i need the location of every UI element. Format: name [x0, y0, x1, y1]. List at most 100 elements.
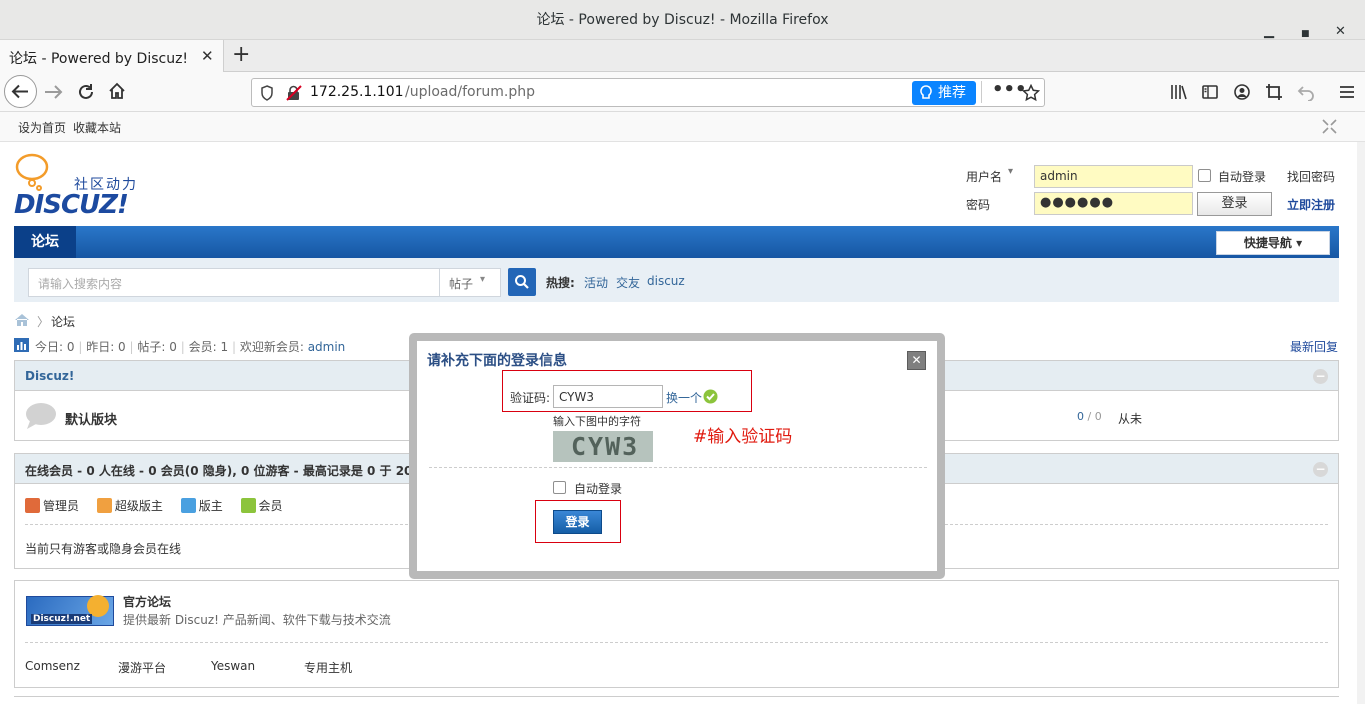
breadcrumb-current[interactable]: 论坛 [51, 313, 75, 330]
friend-links-panel: Discuz!.net 官方论坛 提供最新 Discuz! 产品新闻、软件下载与… [14, 580, 1339, 688]
back-button[interactable] [4, 75, 37, 108]
find-password-link[interactable]: 找回密码 [1287, 168, 1335, 185]
change-captcha-link[interactable]: 换一个 [666, 389, 702, 406]
captcha-image[interactable]: CYW3 [553, 431, 653, 462]
stat-yesterday: 昨日: 0 [86, 340, 126, 354]
hot-search-item[interactable]: 活动 [584, 274, 608, 291]
forum-board-icon [26, 403, 56, 429]
welcome-label: 欢迎新会员: [239, 340, 304, 354]
nav-item-forum[interactable]: 论坛 [14, 226, 76, 258]
home-icon[interactable] [107, 81, 127, 101]
home-icon[interactable] [14, 313, 30, 327]
sidebar-icon[interactable] [1201, 83, 1219, 101]
back-arrow-icon [11, 84, 28, 99]
divider [14, 696, 1339, 697]
reload-icon[interactable] [76, 82, 96, 102]
discuz-logo[interactable]: 社区动力 DISCUZ! [14, 152, 154, 220]
insecure-lock-icon[interactable] [285, 84, 303, 102]
captcha-hint: 输入下图中的字符 [553, 415, 641, 428]
window-title-bar: 论坛 - Powered by Discuz! - Mozilla Firefo… [0, 0, 1365, 40]
logo-bubble-icon [15, 153, 49, 191]
login-submit-button[interactable]: 登录 [553, 510, 602, 534]
hot-search-item[interactable]: 交友 [616, 274, 640, 291]
shield-icon[interactable] [260, 85, 274, 101]
caret-down-icon: ▾ [480, 274, 486, 285]
friend-link[interactable]: Comsenz [25, 659, 80, 673]
annotation-text: #输入验证码 [693, 427, 793, 447]
auto-login-label: 自动登录 [574, 482, 623, 496]
forward-arrow-icon[interactable] [42, 82, 64, 102]
browser-tab[interactable]: 论坛 - Powered by Discuz! ✕ [0, 40, 224, 73]
login-info-dialog: 请补充下面的登录信息 ✕ 验证码: CYW3 换一个 输入下图中的字符 CYW3… [417, 341, 937, 571]
welcome-user-link[interactable]: admin [308, 340, 346, 354]
board-counts: 0 / 0 [1077, 410, 1102, 423]
captcha-input[interactable]: CYW3 [553, 385, 663, 408]
official-forum-logo[interactable]: Discuz!.net [26, 595, 114, 626]
quick-nav-label: 快捷导航 [1243, 236, 1292, 250]
captcha-image-text: CYW3 [571, 432, 640, 461]
role-moderator: 版主 [180, 498, 223, 513]
board-name-link[interactable]: 默认版块 [65, 409, 117, 428]
friend-link[interactable]: 专用主机 [304, 659, 352, 676]
account-icon[interactable] [1233, 83, 1251, 101]
quick-nav-button[interactable]: 快捷导航 ▾ [1216, 231, 1330, 255]
search-type-select[interactable]: 帖子 ▾ [439, 268, 501, 297]
friend-link[interactable]: 漫游平台 [118, 659, 166, 676]
stat-today: 今日: 0 [35, 340, 75, 354]
lightbulb-icon [920, 85, 932, 99]
search-type-value: 帖子 [449, 277, 474, 291]
register-link[interactable]: 立即注册 [1287, 196, 1335, 213]
friend-link[interactable]: Yeswan [211, 659, 255, 673]
user-icon [25, 498, 40, 513]
library-icon[interactable] [1170, 83, 1188, 101]
window-title: 论坛 - Powered by Discuz! - Mozilla Firefo… [536, 12, 829, 28]
recommend-button[interactable]: 推荐 [912, 81, 976, 105]
last-post: 从未 [1118, 412, 1143, 426]
hot-search-item[interactable]: discuz [647, 274, 685, 288]
user-icon [96, 498, 112, 513]
search-button[interactable] [508, 268, 536, 296]
hot-search-label: 热搜: [546, 276, 575, 290]
dialog-title: 请补充下面的登录信息 [427, 353, 567, 369]
username-input[interactable]: admin [1034, 165, 1193, 188]
role-admin: 管理员 [25, 498, 79, 513]
screenshot-icon[interactable] [1265, 83, 1283, 101]
auto-login-label: 自动登录 [1218, 170, 1267, 184]
caret-down-icon: ▾ [1296, 236, 1303, 250]
bookmarks-bar: 设为首页 收藏本站 [0, 112, 1365, 142]
dialog-close-button[interactable]: ✕ [907, 351, 926, 370]
official-forum-link[interactable]: 官方论坛 [123, 593, 171, 610]
official-forum-desc: 提供最新 Discuz! 产品新闻、软件下载与技术交流 [123, 613, 391, 627]
bookmark-star-icon[interactable] [1022, 84, 1040, 102]
official-logo-text: Discuz!.net [31, 614, 93, 624]
password-label: 密码 [966, 198, 991, 212]
collapse-icon[interactable]: − [1313, 462, 1328, 477]
url-bar[interactable]: 172.25.1.101 /upload/forum.php 推荐 ••• [251, 78, 1045, 107]
auto-login-checkbox[interactable] [553, 481, 566, 494]
search-input[interactable]: 请输入搜索内容 [28, 268, 440, 297]
favorite-link[interactable]: 收藏本站 [73, 119, 121, 136]
header-login-button[interactable]: 登录 [1197, 192, 1272, 216]
category-title[interactable]: Discuz! [25, 369, 74, 383]
url-path: /upload/forum.php [405, 84, 535, 100]
login-submit-label: 登录 [565, 515, 590, 529]
undo-icon[interactable] [1297, 83, 1315, 101]
close-icon: ✕ [911, 353, 922, 367]
scrollbar[interactable] [1357, 142, 1365, 704]
latest-reply-link[interactable]: 最新回复 [1290, 338, 1338, 355]
caret-down-icon[interactable]: ▾ [1008, 166, 1013, 177]
collapse-icon[interactable]: − [1313, 369, 1328, 384]
expand-icon[interactable] [1322, 119, 1337, 134]
password-input[interactable]: ●●●●●● [1034, 192, 1193, 215]
tab-close-icon[interactable]: ✕ [201, 47, 214, 65]
menu-icon[interactable] [1338, 83, 1356, 101]
set-home-link[interactable]: 设为首页 [18, 119, 66, 136]
logo-text: DISCUZ! [14, 190, 129, 220]
username-label: 用户名 [966, 170, 1003, 184]
search-icon [515, 275, 529, 289]
auto-login-checkbox[interactable] [1198, 169, 1211, 182]
new-tab-icon[interactable]: + [232, 42, 250, 67]
header-login-label: 登录 [1221, 196, 1248, 211]
online-note: 当前只有游客或隐身会员在线 [25, 542, 182, 556]
tab-title: 论坛 - Powered by Discuz! [9, 51, 189, 67]
